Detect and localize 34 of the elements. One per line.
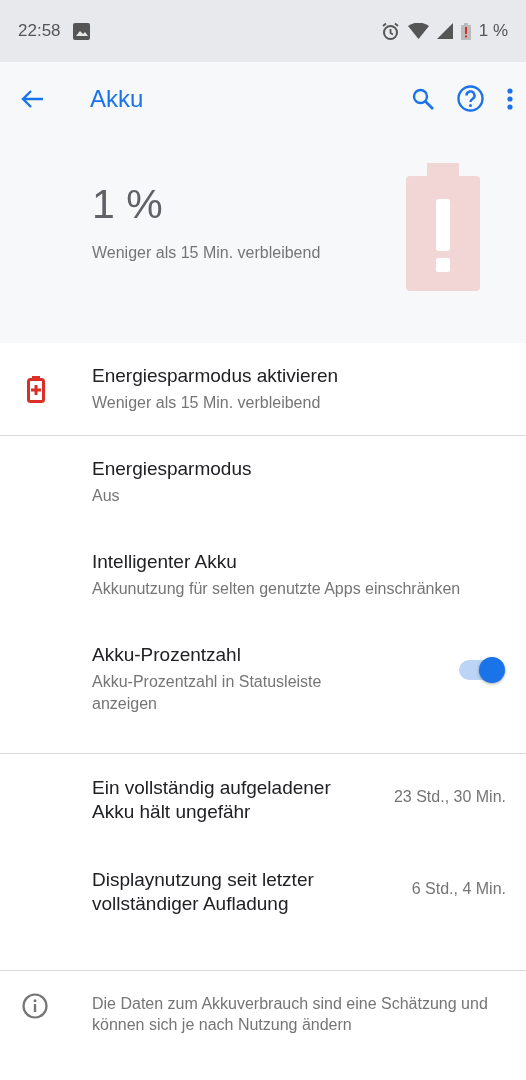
setting-item[interactable]: Intelligenter Akku Akkunutzung für selten genutzte Apps einschränken: [0, 551, 526, 644]
usage-value: 6 Std., 4 Min.: [411, 879, 506, 898]
page-title: Akku: [90, 84, 144, 113]
battery-alert-icon: [460, 22, 471, 40]
alarm-icon: [380, 21, 400, 41]
battery-saver-tip[interactable]: Energiesparmodus aktivieren Weniger als 15 Min. verbleibend: [0, 343, 526, 435]
setting-title: Energiesparmodus: [92, 458, 253, 480]
battery-percent: 1 %: [478, 21, 508, 41]
battery-alert-icon: [406, 163, 480, 291]
usage-value: 23 Std., 30 Min.: [393, 787, 506, 806]
setting-item[interactable]: Akku-Prozentzahl Akku-Prozentzahl in Statusleiste anzeigen: [0, 644, 526, 737]
image-icon: [72, 22, 90, 40]
help-icon[interactable]: [457, 85, 484, 112]
footer-note: Die Daten zum Akkuverbrauch sind eine Schätzung und können sich je nach Nutzung ändern: [92, 994, 489, 1035]
setting-title: Intelligenter Akku: [92, 551, 238, 573]
search-icon[interactable]: [411, 86, 435, 111]
info-icon: [22, 993, 48, 1019]
setting-summary: Akku-Prozentzahl in Statusleiste anzeigen: [92, 672, 323, 714]
battery-plus-icon: [27, 375, 45, 403]
usage-label: Ein vollständig aufgeladener Akku hält ungefähr: [92, 776, 332, 824]
tip-summary: Weniger als 15 Min. verbleibend: [92, 392, 322, 413]
setting-title: Akku-Prozentzahl: [92, 644, 242, 666]
setting-item[interactable]: Energiesparmodus Aus: [0, 458, 526, 551]
setting-summary: Akkunutzung für selten genutzte Apps einschränken: [92, 579, 462, 599]
usage-label: Displaynutzung seit letzter vollständiger Aufladung: [92, 868, 315, 916]
back-icon[interactable]: [20, 88, 44, 109]
battery-level: 1 %: [92, 181, 164, 228]
clock: 22:58: [18, 21, 61, 41]
wifi-icon: [407, 23, 429, 39]
setting-summary: Aus: [92, 486, 121, 506]
tip-title: Energiesparmodus aktivieren: [92, 364, 340, 387]
more-options-icon[interactable]: [506, 87, 514, 110]
remaining-time: Weniger als 15 Min. verbleibend: [92, 244, 321, 262]
signal-icon: [436, 23, 453, 39]
